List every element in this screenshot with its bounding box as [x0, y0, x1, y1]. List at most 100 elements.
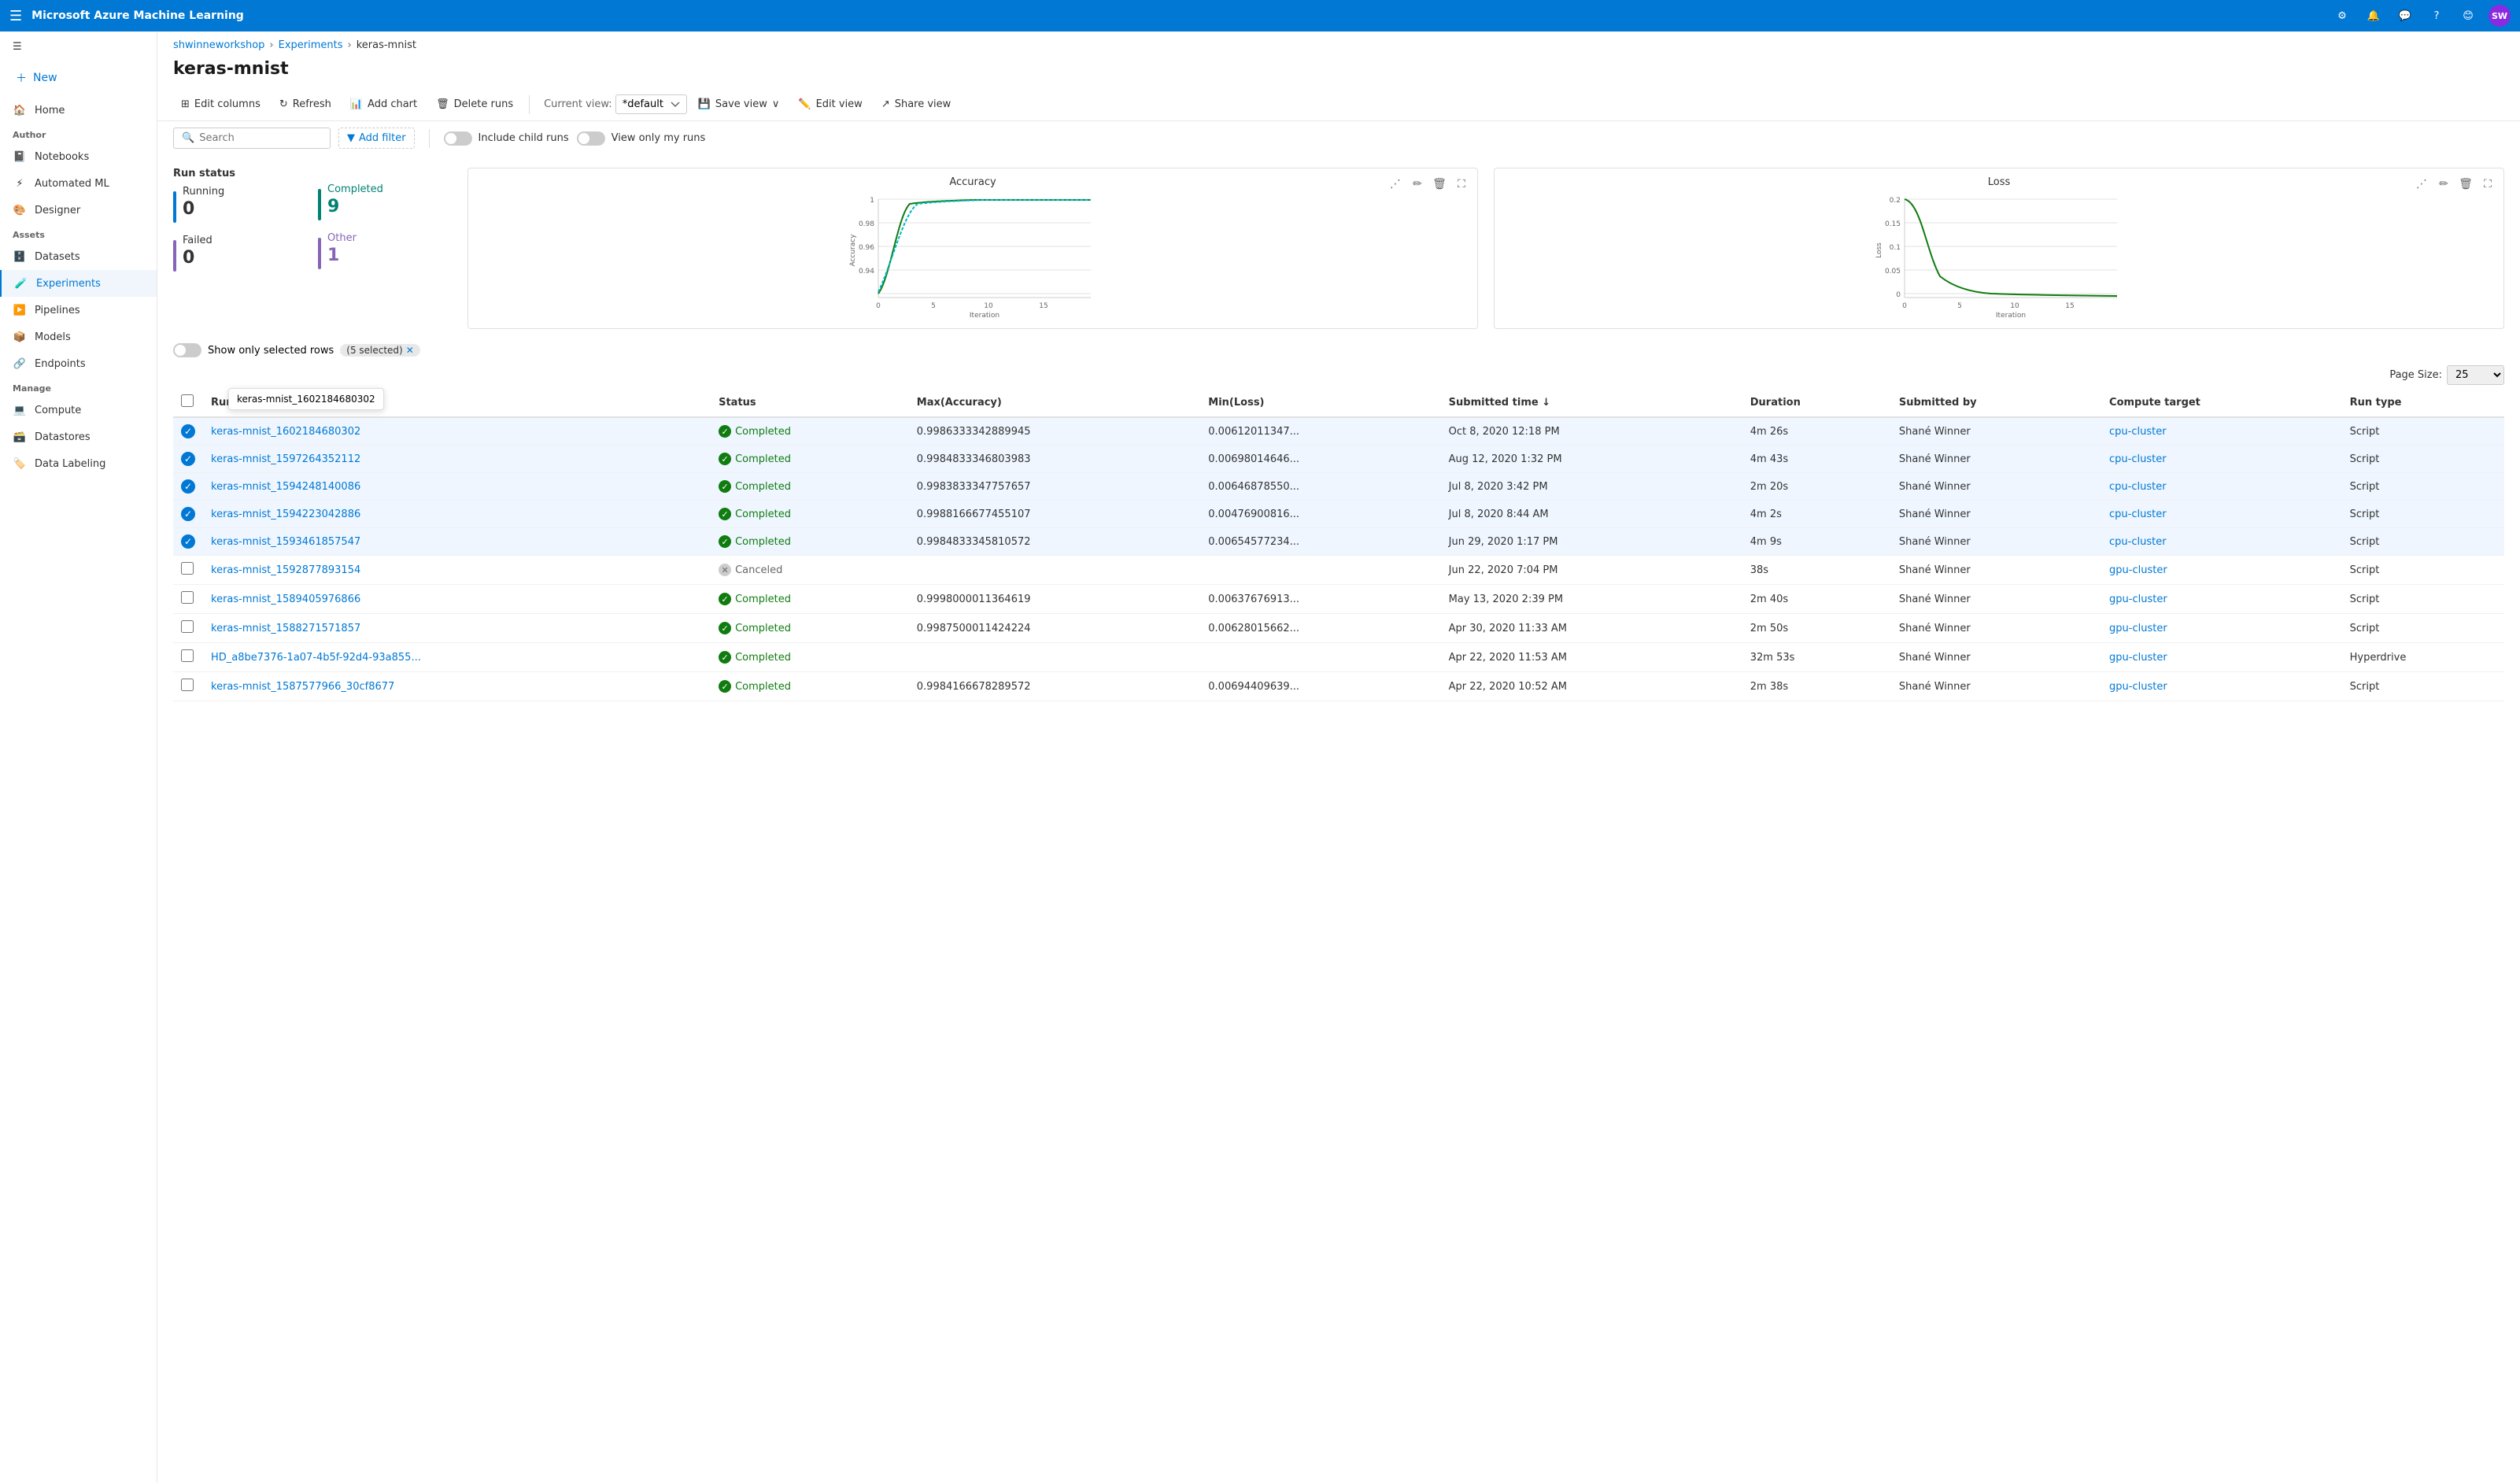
search-input[interactable] — [199, 132, 322, 144]
user-face-icon[interactable]: 😊 — [2457, 5, 2479, 27]
row-checkbox-cell[interactable] — [173, 614, 203, 643]
accuracy-chart-edit-icon[interactable]: ✏ — [1408, 175, 1427, 194]
loss-chart-delete-icon[interactable]: 🗑 — [2456, 175, 2475, 194]
run-id-link[interactable]: keras-mnist_1588271571857 — [211, 623, 360, 634]
add-chart-button[interactable]: 📊 Add chart — [342, 94, 425, 114]
col-min-loss[interactable]: Min(Loss) — [1200, 388, 1440, 417]
search-box[interactable]: 🔍 — [173, 128, 331, 149]
show-selected-toggle-switch[interactable] — [173, 343, 201, 357]
submitted-time-cell: Jun 22, 2020 7:04 PM — [1441, 556, 1742, 585]
avatar[interactable]: SW — [2489, 5, 2511, 27]
row-checkbox[interactable] — [181, 591, 194, 604]
accuracy-chart-delete-icon[interactable]: 🗑 — [1430, 175, 1449, 194]
hamburger-icon[interactable]: ☰ — [9, 8, 22, 24]
row-checkbox[interactable] — [181, 679, 194, 691]
help-icon[interactable]: ? — [2426, 5, 2448, 27]
edit-columns-label: Edit columns — [194, 98, 260, 110]
edit-columns-button[interactable]: ⊞ Edit columns — [173, 94, 268, 114]
compute-target-link[interactable]: cpu-cluster — [2109, 509, 2167, 520]
sidebar-item-endpoints[interactable]: 🔗 Endpoints — [0, 350, 157, 377]
sidebar-item-data-labeling[interactable]: 🏷️ Data Labeling — [0, 450, 157, 477]
sidebar-item-compute[interactable]: 💻 Compute — [0, 397, 157, 423]
breadcrumb-section[interactable]: Experiments — [279, 39, 343, 51]
sidebar-toggle[interactable]: ☰ — [0, 31, 157, 62]
sidebar-item-home[interactable]: 🏠 Home — [0, 97, 157, 124]
include-child-runs-toggle[interactable] — [444, 131, 472, 146]
col-submitted-by[interactable]: Submitted by — [1891, 388, 2101, 417]
run-id-link[interactable]: keras-mnist_1587577966_30cf8677 — [211, 681, 394, 693]
duration-cell: 4m 43s — [1742, 446, 1891, 473]
loss-chart-expand-icon[interactable]: ⛶ — [2478, 175, 2497, 194]
compute-target-link[interactable]: cpu-cluster — [2109, 426, 2167, 438]
row-checkbox-cell[interactable]: ✓ — [173, 446, 203, 473]
col-run-type[interactable]: Run type — [2342, 388, 2504, 417]
page-size-select[interactable]: 25 50 100 — [2447, 365, 2504, 385]
submitted-time-cell: May 13, 2020 2:39 PM — [1441, 585, 1742, 614]
run-id-link[interactable]: keras-mnist_1594223042886 — [211, 509, 360, 520]
select-all-header[interactable] — [173, 388, 203, 417]
breadcrumb-workspace[interactable]: shwinneworkshop — [173, 39, 264, 51]
compute-target-link[interactable]: gpu-cluster — [2109, 623, 2167, 634]
run-id-link[interactable]: keras-mnist_1593461857547 — [211, 536, 360, 548]
feedback-icon[interactable]: 💬 — [2394, 5, 2416, 27]
view-only-my-runs-toggle[interactable] — [577, 131, 605, 146]
accuracy-chart-expand-icon[interactable]: ⛶ — [1452, 175, 1471, 194]
settings-icon[interactable]: ⚙ — [2331, 5, 2353, 27]
row-checkbox-cell[interactable]: ✓ — [173, 473, 203, 501]
row-checkbox-cell[interactable] — [173, 643, 203, 672]
compute-target-link[interactable]: cpu-cluster — [2109, 536, 2167, 548]
col-compute-target[interactable]: Compute target — [2101, 388, 2342, 417]
row-checkbox-cell[interactable] — [173, 556, 203, 585]
sidebar-item-pipelines[interactable]: ▶️ Pipelines — [0, 297, 157, 324]
row-checkbox-cell[interactable]: ✓ — [173, 501, 203, 528]
sidebar-item-designer[interactable]: 🎨 Designer — [0, 197, 157, 224]
sidebar-item-models[interactable]: 📦 Models — [0, 324, 157, 350]
refresh-button[interactable]: ↻ Refresh — [272, 94, 339, 114]
current-view-select[interactable]: *default — [615, 94, 687, 114]
compute-target-link[interactable]: gpu-cluster — [2109, 564, 2167, 576]
loss-chart-line-icon[interactable]: ⋰ — [2412, 175, 2431, 194]
col-submitted-time[interactable]: Submitted time ↓ — [1441, 388, 1742, 417]
show-selected-toggle: Show only selected rows — [173, 343, 334, 357]
compute-target-link[interactable]: gpu-cluster — [2109, 681, 2167, 693]
delete-runs-button[interactable]: 🗑 Delete runs — [428, 94, 521, 114]
row-checkbox[interactable] — [181, 620, 194, 633]
row-checkbox-cell[interactable] — [173, 672, 203, 701]
add-filter-button[interactable]: ▼ Add filter — [338, 128, 415, 149]
row-checkbox-cell[interactable]: ✓ — [173, 417, 203, 446]
loss-chart-edit-icon[interactable]: ✏ — [2434, 175, 2453, 194]
compute-target-link[interactable]: gpu-cluster — [2109, 594, 2167, 605]
svg-text:0.1: 0.1 — [1890, 244, 1901, 252]
row-checkbox[interactable] — [181, 562, 194, 575]
select-all-checkbox[interactable] — [181, 394, 194, 407]
row-checkbox-cell[interactable]: ✓ — [173, 528, 203, 556]
run-id-link[interactable]: keras-mnist_1602184680302 — [211, 426, 360, 438]
edit-view-button[interactable]: ✏️ Edit view — [790, 94, 870, 114]
accuracy-chart-line-icon[interactable]: ⋰ — [1386, 175, 1405, 194]
run-id-link[interactable]: keras-mnist_1597264352112 — [211, 453, 360, 465]
run-id-link[interactable]: keras-mnist_1589405976866 — [211, 594, 360, 605]
share-view-button[interactable]: ↗ Share view — [874, 94, 959, 114]
sidebar-item-experiments[interactable]: 🧪 Experiments — [0, 270, 157, 297]
col-status[interactable]: Status — [711, 388, 909, 417]
run-id-link[interactable]: HD_a8be7376-1a07-4b5f-92d4-93a855... — [211, 652, 421, 664]
new-button[interactable]: ＋ New — [6, 65, 150, 91]
sidebar-item-datasets[interactable]: 🗄️ Datasets — [0, 243, 157, 270]
table-row: ✓ keras-mnist_1594248140086 ✓ Completed … — [173, 473, 2504, 501]
compute-target-link[interactable]: gpu-cluster — [2109, 652, 2167, 664]
sidebar-item-notebooks[interactable]: 📓 Notebooks — [0, 143, 157, 170]
row-checkbox[interactable] — [181, 649, 194, 662]
run-id-link[interactable]: keras-mnist_1592877893154 — [211, 564, 360, 576]
row-checkbox-cell[interactable] — [173, 585, 203, 614]
col-duration[interactable]: Duration — [1742, 388, 1891, 417]
compute-target-link[interactable]: cpu-cluster — [2109, 453, 2167, 465]
col-max-accuracy[interactable]: Max(Accuracy) — [909, 388, 1201, 417]
save-view-button[interactable]: 💾 Save view ∨ — [690, 94, 788, 114]
sidebar-item-datastores[interactable]: 🗃️ Datastores — [0, 423, 157, 450]
sidebar-item-automated-ml[interactable]: ⚡ Automated ML — [0, 170, 157, 197]
compute-target-link[interactable]: cpu-cluster — [2109, 481, 2167, 493]
clear-selection-icon[interactable]: ✕ — [406, 345, 414, 356]
run-id-link[interactable]: keras-mnist_1594248140086 — [211, 481, 360, 493]
designer-icon: 🎨 — [13, 203, 27, 217]
notification-icon[interactable]: 🔔 — [2363, 5, 2385, 27]
